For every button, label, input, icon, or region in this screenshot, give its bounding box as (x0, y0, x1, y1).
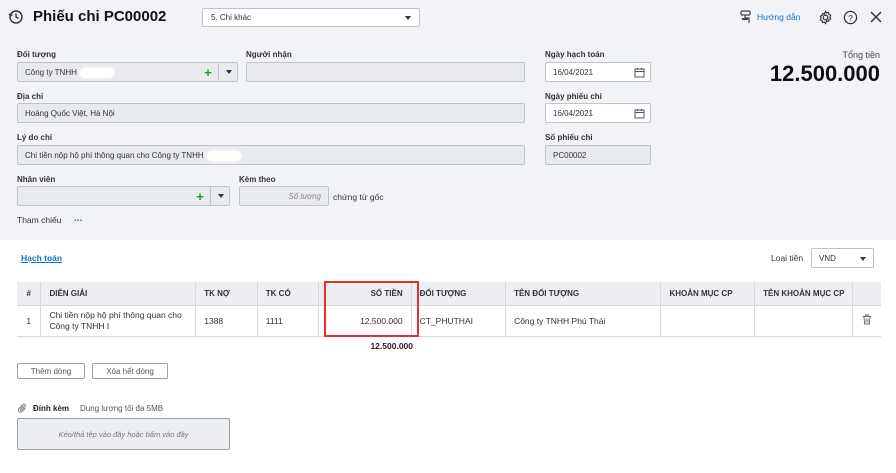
voucher-date-label: Ngày phiếu chi (545, 92, 602, 101)
attachment-dropzone-text: Kéo/thả tệp vào đây hoặc bấm vào đây (58, 429, 189, 439)
currency-label: Loại tiền (771, 253, 804, 263)
object-dropdown-button[interactable] (218, 62, 238, 82)
amount-footer-total: 12.500.000 (370, 341, 413, 351)
voucher-date-field[interactable]: 16/04/2021 (545, 103, 651, 123)
trash-icon[interactable] (862, 314, 872, 325)
amount-highlight-box (324, 281, 419, 337)
row-delete-cell[interactable] (852, 305, 881, 337)
col-credit-account: TK CÓ (257, 282, 320, 306)
address-label: Địa chỉ (17, 92, 44, 101)
chevron-down-icon (405, 16, 411, 20)
calendar-icon[interactable] (634, 67, 645, 78)
col-expense-item-name: TÊN KHOẢN MỤC CP (754, 282, 854, 306)
table-row[interactable]: 1 Chi tiền nộp hộ phí thông quan cho Côn… (17, 305, 881, 337)
add-employee-plus-icon[interactable]: + (192, 186, 208, 206)
attachment-dropzone[interactable]: Kéo/thả tệp vào đây hoặc bấm vào đây (17, 418, 230, 450)
col-actions (852, 282, 881, 306)
currency-value: VND (819, 254, 836, 263)
voucher-date-value: 16/04/2021 (553, 109, 594, 118)
receiver-field[interactable] (246, 62, 525, 82)
chevron-down-icon (860, 257, 866, 261)
voucher-number-label: Số phiếu chi (545, 133, 593, 142)
gear-icon[interactable] (818, 10, 833, 27)
page-title: Phiếu chi PC00002 (33, 8, 167, 25)
reason-value: Chi tiền nộp hộ phí thông quan cho Công … (25, 151, 204, 161)
accounting-table: # DIỄN GIẢI TK NỢ TK CÓ SỐ TIỀN ĐỐI TƯỢN… (17, 282, 881, 337)
original-docs-suffix: chứng từ gốc (333, 192, 384, 202)
col-object-name: TÊN ĐỐI TƯỢNG (505, 282, 662, 306)
reference-more-link[interactable]: ... (74, 213, 82, 224)
reference-label: Tham chiếu (17, 215, 62, 225)
receiver-label: Người nhận (246, 50, 292, 59)
col-description: DIỄN GIẢI (40, 282, 197, 306)
row-no: 1 (17, 305, 42, 337)
reason-label: Lý do chi (17, 133, 53, 142)
total-value: 12.500.000 (769, 61, 880, 86)
attachments-count-field[interactable]: Số lượng (239, 186, 329, 206)
row-object[interactable]: CT_PHUTHAI (411, 305, 507, 337)
attachment-hint: Dung lượng tối đa 5MB (80, 404, 164, 413)
posting-date-value: 16/04/2021 (553, 68, 594, 77)
svg-text:?: ? (848, 13, 853, 23)
guide-icon (740, 10, 751, 23)
col-debit-account: TK NỢ (195, 282, 258, 306)
object-value: Công ty TNHH (25, 68, 77, 78)
posting-date-field[interactable]: 16/04/2021 (545, 62, 651, 82)
row-expense-item[interactable] (660, 305, 756, 337)
posting-date-label: Ngày hạch toán (545, 50, 605, 59)
attachments-count-placeholder: Số lượng (288, 192, 321, 201)
calendar-icon[interactable] (634, 108, 645, 119)
add-object-plus-icon[interactable]: + (200, 62, 216, 82)
row-description-text: Chi tiền nộp hộ phí thông quan cho Công … (49, 309, 182, 331)
history-icon[interactable] (8, 9, 24, 27)
table-header-row: # DIỄN GIẢI TK NỢ TK CÓ SỐ TIỀN ĐỐI TƯỢN… (17, 282, 881, 306)
tab-hach-toan[interactable]: Hạch toán (21, 253, 62, 263)
attachments-count-label: Kèm theo (239, 175, 276, 184)
paperclip-icon (18, 403, 26, 413)
attachment-label: Đính kèm (33, 404, 70, 413)
object-label: Đối tượng (17, 50, 57, 59)
address-field[interactable]: Hoàng Quốc Việt, Hà Nội (17, 103, 525, 123)
reason-field[interactable]: Chi tiền nộp hộ phí thông quan cho Công … (17, 145, 525, 165)
col-object: ĐỐI TƯỢNG (411, 282, 507, 306)
row-debit-account[interactable]: 1388 (195, 305, 258, 337)
employee-dropdown-button[interactable] (210, 186, 230, 206)
row-expense-item-name[interactable] (754, 305, 854, 337)
voucher-type-value: 5. Chi khác (211, 13, 252, 22)
add-row-button[interactable]: Thêm dòng (17, 363, 85, 379)
voucher-number-field[interactable]: PC00002 (545, 145, 651, 165)
col-no: # (17, 282, 42, 306)
guide-link[interactable]: Hướng dẫn (739, 10, 800, 24)
row-object-name[interactable]: Công ty TNHH Phú Thái (505, 305, 662, 337)
col-expense-item: KHOẢN MỤC CP (660, 282, 756, 306)
help-icon[interactable]: ? (843, 10, 858, 27)
row-credit-account[interactable]: 1111 (257, 305, 320, 337)
total-label: Tổng tiền (842, 50, 880, 60)
row-description[interactable]: Chi tiền nộp hộ phí thông quan cho Công … (40, 305, 197, 337)
guide-label: Hướng dẫn (757, 12, 801, 22)
currency-select[interactable]: VND (811, 248, 874, 268)
delete-all-rows-button[interactable]: Xóa hết dòng (92, 363, 168, 379)
voucher-type-select[interactable]: 5. Chi khác (202, 8, 420, 27)
close-icon[interactable] (869, 10, 883, 26)
employee-label: Nhân viên (17, 175, 56, 184)
